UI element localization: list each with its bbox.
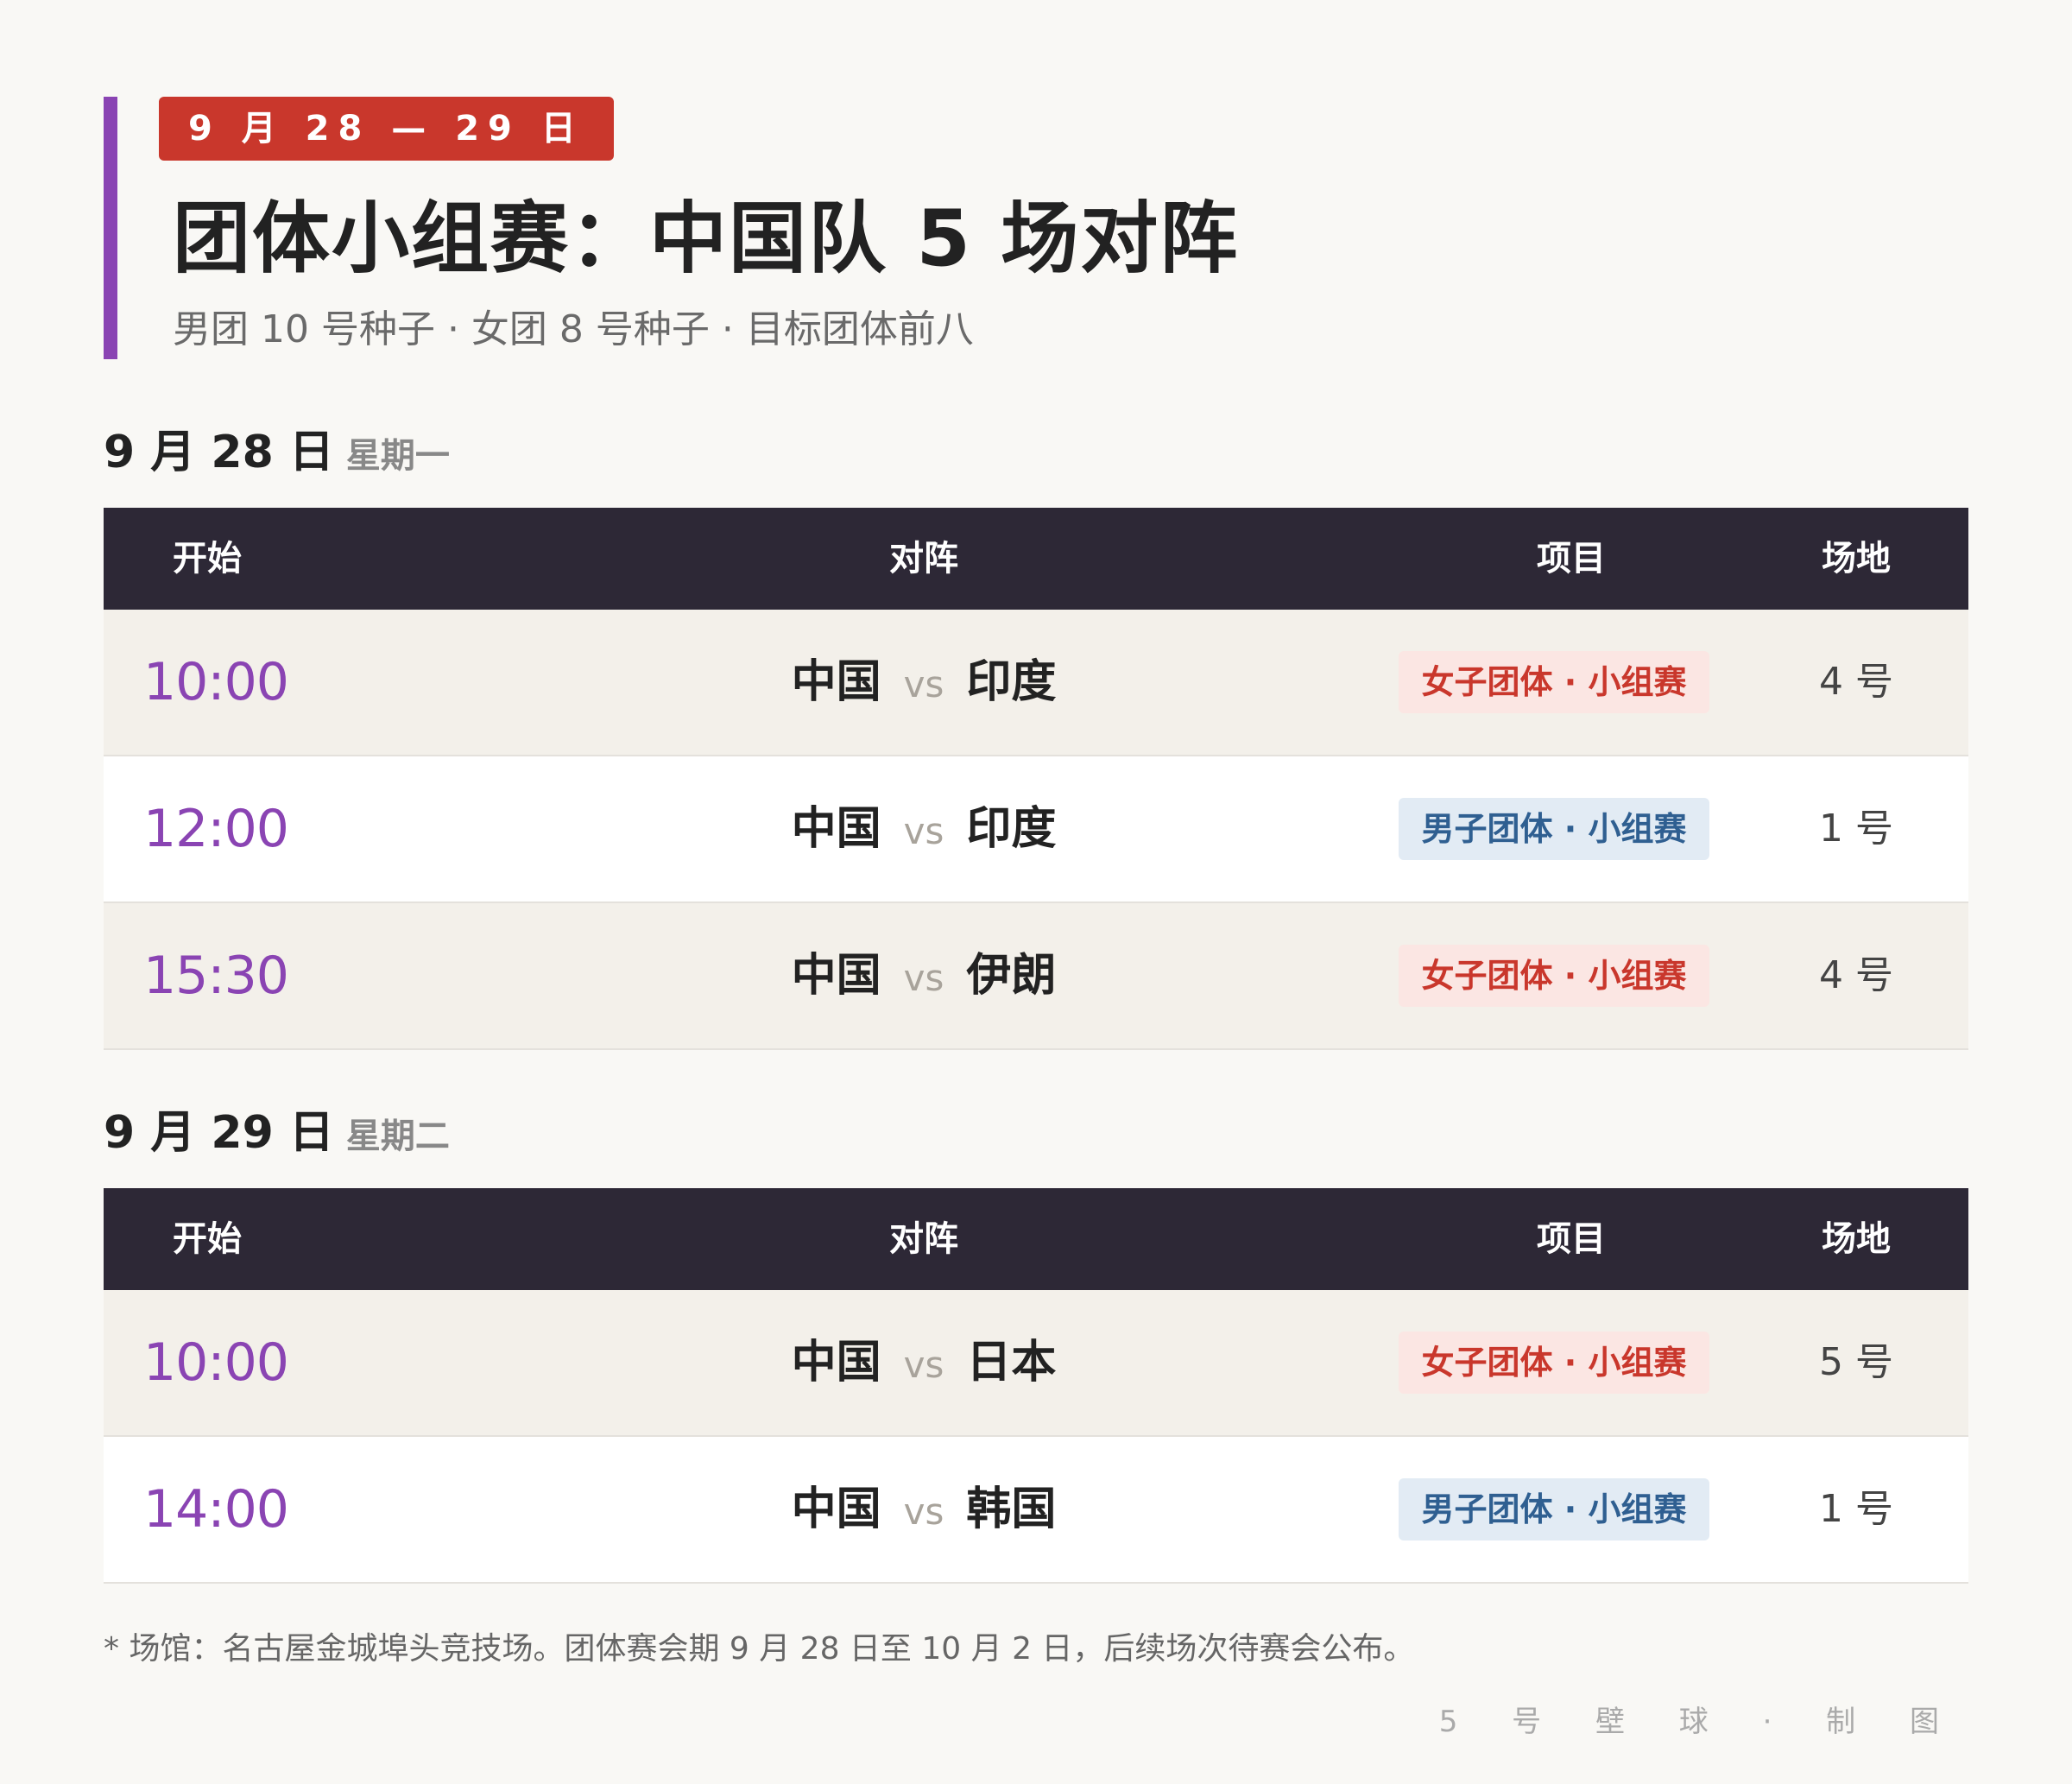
schedule-table-day-1: 开始 对阵 项目 场地 10:00 中国 vs 印度 女子团体 · 小组赛 4 号 … (104, 508, 1968, 1050)
home-team: 中国 (791, 950, 881, 1002)
vs-label: vs (903, 1344, 944, 1386)
day-weekday: 星期二 (345, 1117, 450, 1156)
match-time: 10:00 (143, 652, 289, 712)
venue: 1 号 (1819, 807, 1893, 851)
day-weekday: 星期一 (345, 436, 450, 476)
header-venue: 场地 (1822, 1219, 1891, 1259)
day-date: 9 月 29 日 (104, 1107, 334, 1159)
header-time: 开始 (173, 1219, 242, 1259)
header-time: 开始 (173, 539, 242, 579)
match-time: 14:00 (143, 1479, 289, 1540)
home-team: 中国 (791, 1337, 881, 1389)
away-team: 印度 (966, 656, 1057, 708)
venue: 4 号 (1819, 953, 1893, 997)
header-match: 对阵 (889, 1219, 958, 1259)
credit: 5 号 壁 球 · 制 图 (1438, 1705, 1961, 1739)
table-row: 10:00 中国 vs 日本 女子团体 · 小组赛 5 号 (104, 1290, 1968, 1437)
header: 9 月 28 — 29 日 团体小组赛：中国队 5 场对阵 男团 10 号种子 … (104, 97, 1326, 359)
day-heading-1: 9 月 28 日星期一 (104, 418, 450, 487)
day-heading-2: 9 月 29 日星期二 (104, 1098, 450, 1167)
vs-label: vs (903, 663, 944, 705)
table-row: 12:00 中国 vs 印度 男子团体 · 小组赛 1 号 (104, 756, 1968, 903)
venue: 4 号 (1819, 660, 1893, 704)
event-tag: 女子团体 · 小组赛 (1399, 1332, 1709, 1394)
header-event: 项目 (1537, 1219, 1606, 1259)
page-title: 团体小组赛：中国队 5 场对阵 (173, 193, 1240, 284)
match-teams: 中国 vs 日本 (578, 1290, 1269, 1438)
day-date: 9 月 28 日 (104, 427, 334, 478)
away-team: 日本 (966, 1337, 1057, 1389)
page-subtitle: 男团 10 号种子 · 女团 8 号种子 · 目标团体前八 (173, 307, 974, 351)
home-team: 中国 (791, 1484, 881, 1535)
header-match: 对阵 (889, 539, 958, 579)
match-teams: 中国 vs 印度 (578, 756, 1269, 904)
match-time: 12:00 (143, 799, 289, 859)
match-teams: 中国 vs 韩国 (578, 1437, 1269, 1585)
header-venue: 场地 (1822, 539, 1891, 579)
table-row: 10:00 中国 vs 印度 女子团体 · 小组赛 4 号 (104, 610, 1968, 756)
away-team: 印度 (966, 803, 1057, 855)
match-teams: 中国 vs 伊朗 (578, 903, 1269, 1051)
match-time: 15:30 (143, 946, 289, 1006)
table-row: 14:00 中国 vs 韩国 男子团体 · 小组赛 1 号 (104, 1437, 1968, 1584)
table-header: 开始 对阵 项目 场地 (104, 508, 1968, 610)
footnote: * 场馆：名古屋金城埠头竞技场。团体赛会期 9 月 28 日至 10 月 2 日… (104, 1631, 1415, 1667)
event-tag: 男子团体 · 小组赛 (1399, 1478, 1709, 1540)
table-row: 15:30 中国 vs 伊朗 女子团体 · 小组赛 4 号 (104, 903, 1968, 1050)
vs-label: vs (903, 957, 944, 999)
home-team: 中国 (791, 656, 881, 708)
event-tag: 女子团体 · 小组赛 (1399, 945, 1709, 1007)
date-range-badge: 9 月 28 — 29 日 (159, 97, 614, 161)
vs-label: vs (903, 1490, 944, 1533)
match-time: 10:00 (143, 1332, 289, 1393)
venue: 5 号 (1819, 1340, 1893, 1384)
vs-label: vs (903, 810, 944, 852)
home-team: 中国 (791, 803, 881, 855)
schedule-table-day-2: 开始 对阵 项目 场地 10:00 中国 vs 日本 女子团体 · 小组赛 5 号 … (104, 1188, 1968, 1584)
event-tag: 男子团体 · 小组赛 (1399, 798, 1709, 860)
table-header: 开始 对阵 项目 场地 (104, 1188, 1968, 1290)
header-event: 项目 (1537, 539, 1606, 579)
venue: 1 号 (1819, 1487, 1893, 1531)
away-team: 韩国 (966, 1484, 1057, 1535)
match-teams: 中国 vs 印度 (578, 610, 1269, 757)
event-tag: 女子团体 · 小组赛 (1399, 651, 1709, 713)
away-team: 伊朗 (966, 950, 1057, 1002)
